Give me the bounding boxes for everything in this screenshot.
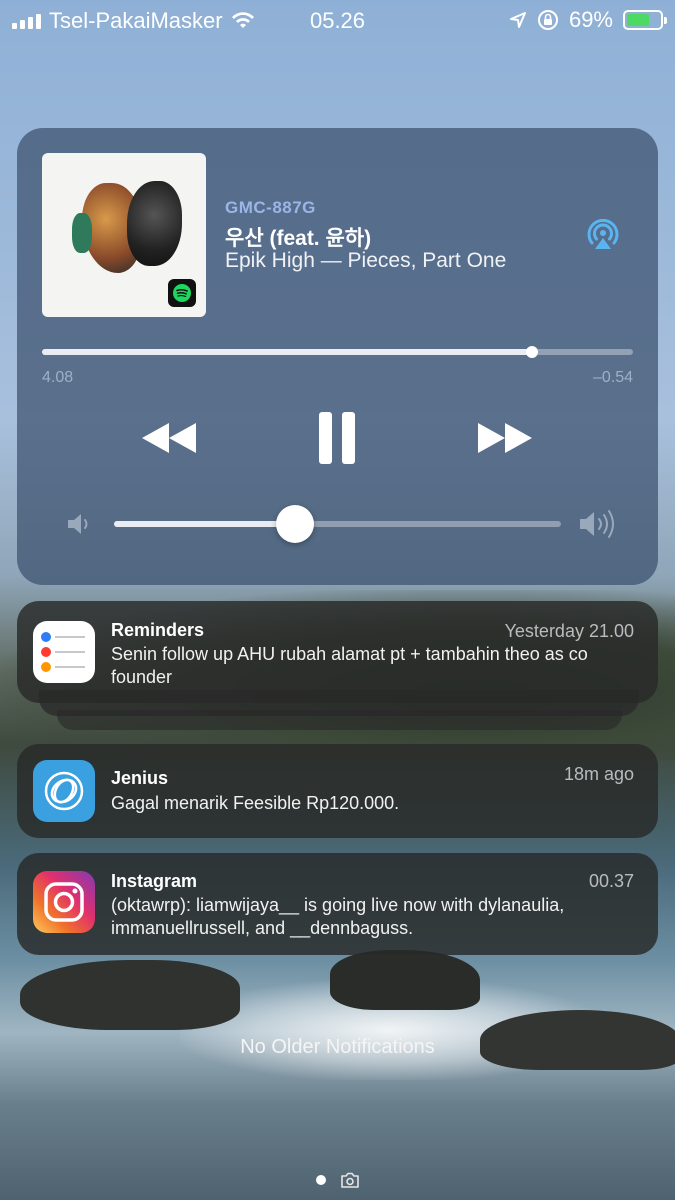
now-playing-widget: GMC-887G 우산 (feat. 윤하) Epik High — Piece… (17, 128, 658, 585)
artist-album: Epik High — Pieces, Part One (225, 249, 507, 272)
notification-time: 18m ago (563, 764, 634, 784)
volume-slider[interactable] (114, 505, 561, 543)
scrubber-handle[interactable] (525, 346, 538, 358)
notification-instagram[interactable]: Instagram 00.37 (oktawrp): liamwijaya__ … (17, 853, 658, 955)
notification-reminders[interactable]: Reminders Yesterday 21.00 Senin follow u… (17, 601, 658, 703)
playback-scrubber[interactable] (42, 346, 633, 358)
airplay-icon[interactable] (584, 216, 622, 252)
notification-body: Gagal menarik Feesible Rp120.000. (111, 793, 400, 813)
pause-button[interactable] (313, 410, 361, 466)
song-title: 우산 (feat. 윤하) (225, 227, 372, 250)
pause-icon (319, 412, 355, 464)
volume-low-icon (68, 514, 88, 534)
volume-handle[interactable] (276, 505, 315, 543)
volume-high-icon (580, 510, 614, 538)
notification-app-name: Jenius (111, 768, 169, 788)
notification-jenius[interactable]: Jenius 18m ago Gagal menarik Feesible Rp… (17, 744, 658, 838)
reminders-icon (33, 621, 95, 683)
notification-body: (oktawrp): liamwijaya__ is going live no… (111, 895, 565, 938)
notification-app-name: Reminders (111, 620, 205, 640)
fast-forward-icon (478, 423, 532, 453)
notification-body: Senin follow up AHU rubah alamat pt + ta… (111, 644, 588, 687)
wallpaper-rock (20, 960, 240, 1030)
page-indicator[interactable] (0, 1172, 675, 1188)
instagram-icon (33, 871, 95, 933)
fast-forward-button[interactable] (473, 410, 537, 466)
remaining-time: –0.54 (592, 369, 633, 386)
notification-time: 00.37 (588, 871, 634, 891)
output-device-name: GMC-887G (225, 198, 316, 217)
location-icon (509, 12, 526, 28)
status-bar: Tsel-PakaiMasker 05.26 69% (0, 0, 675, 40)
status-right: 69% (509, 7, 667, 33)
notification-app-name: Instagram (111, 871, 198, 891)
rotation-lock-icon (537, 10, 558, 30)
spotify-icon (168, 279, 196, 307)
wallpaper-rock (330, 950, 480, 1010)
notification-time: Yesterday 21.00 (504, 621, 634, 641)
battery-percent: 69% (568, 7, 613, 32)
no-older-notifications-label: No Older Notifications (240, 1036, 435, 1058)
album-artwork[interactable] (42, 153, 206, 317)
page-dot-current[interactable] (315, 1175, 326, 1185)
camera-icon[interactable] (340, 1172, 360, 1188)
battery-icon (623, 10, 667, 30)
elapsed-time: 4.08 (42, 369, 74, 386)
rewind-button[interactable] (137, 410, 201, 466)
rewind-icon (142, 423, 196, 453)
jenius-icon (33, 760, 95, 822)
